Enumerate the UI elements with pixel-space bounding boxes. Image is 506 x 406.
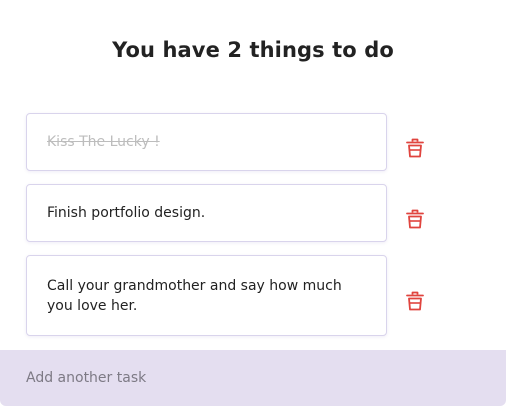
trash-icon xyxy=(406,209,424,229)
task-card[interactable]: Call your grandmother and say how much y… xyxy=(26,255,387,336)
delete-task-button[interactable] xyxy=(404,290,426,312)
delete-task-button[interactable] xyxy=(404,137,426,159)
task-text: Call your grandmother and say how much y… xyxy=(47,277,342,314)
task-card[interactable]: Kiss The Lucky ! xyxy=(26,113,387,171)
task-list: Kiss The Lucky ! Finish portfolio design… xyxy=(0,0,506,350)
task-card[interactable]: Finish portfolio design. xyxy=(26,184,387,242)
trash-icon xyxy=(406,138,424,158)
trash-icon xyxy=(406,291,424,311)
task-text: Finish portfolio design. xyxy=(47,205,206,221)
delete-task-button[interactable] xyxy=(404,208,426,230)
task-text: Kiss The Lucky ! xyxy=(47,134,160,150)
add-task-bar xyxy=(0,350,506,406)
add-task-input[interactable] xyxy=(26,370,480,386)
